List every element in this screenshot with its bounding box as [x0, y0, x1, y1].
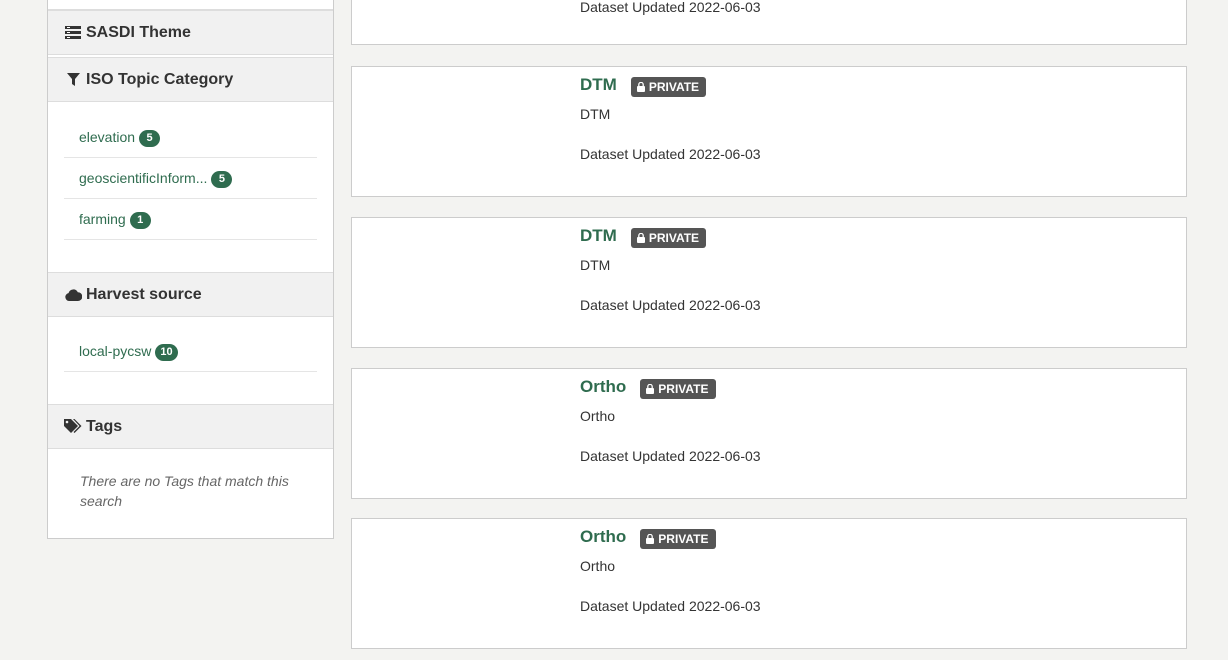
dataset-card: Ortho PRIVATE Ortho Dataset Updated 2022…	[351, 368, 1187, 499]
dataset-updated: Dataset Updated 2022-06-03	[580, 448, 761, 464]
dataset-updated: Dataset Updated 2022-06-03	[580, 0, 761, 15]
private-badge: PRIVATE	[630, 228, 707, 248]
dataset-card: DTM PRIVATE DTM Dataset Updated 2022-06-…	[351, 217, 1187, 348]
dataset-title-row: DTM PRIVATE	[580, 226, 707, 248]
dataset-title-link[interactable]: DTM	[580, 226, 617, 246]
dataset-title-row: Ortho PRIVATE	[580, 377, 716, 399]
lock-icon	[636, 82, 645, 92]
facet-sidebar: SASDI Theme ISO Topic Category elevation…	[47, 0, 334, 539]
dataset-description: DTM	[580, 257, 611, 273]
count-badge: 1	[129, 211, 151, 229]
dataset-updated: Dataset Updated 2022-06-03	[580, 297, 761, 313]
dataset-title-link[interactable]: Ortho	[580, 377, 626, 397]
facet-heading-label: Tags	[86, 417, 123, 435]
facet-item-geoscientific[interactable]: geoscientificInform... 5	[64, 158, 317, 199]
facet-item-elevation[interactable]: elevation 5	[64, 117, 317, 158]
tags-empty-message: There are no Tags that match this search	[80, 473, 289, 509]
facet-item-farming[interactable]: farming 1	[64, 199, 317, 240]
private-badge: PRIVATE	[630, 77, 707, 97]
facet-item-label[interactable]: elevation	[79, 129, 135, 145]
private-badge-label: PRIVATE	[658, 382, 709, 396]
lock-icon	[636, 233, 645, 243]
dataset-description: Ortho	[580, 408, 616, 424]
dataset-title-row: DTM PRIVATE	[580, 75, 707, 97]
count-badge: 10	[155, 343, 178, 361]
lock-icon	[646, 384, 655, 394]
dataset-card: Ortho PRIVATE Ortho Dataset Updated 2022…	[351, 518, 1187, 649]
facet-heading-label: SASDI Theme	[86, 23, 191, 41]
list-icon	[64, 25, 82, 41]
facet-heading-tags[interactable]: Tags	[48, 404, 333, 449]
facet-list-harvest-source: local-pycsw 10	[64, 331, 317, 372]
facet-list-iso-topic: elevation 5 geoscientificInform... 5 far…	[64, 117, 317, 240]
tags-icon	[64, 419, 82, 435]
facet-heading-iso-topic[interactable]: ISO Topic Category	[48, 57, 333, 102]
dataset-card: Dataset Updated 2022-06-03	[351, 0, 1187, 45]
cloud-icon	[64, 287, 82, 303]
count-badge: 5	[211, 170, 233, 188]
facet-heading-label: Harvest source	[86, 285, 202, 303]
count-badge: 5	[139, 129, 161, 147]
dataset-card: DTM PRIVATE DTM Dataset Updated 2022-06-…	[351, 66, 1187, 197]
facet-item-local-pycsw[interactable]: local-pycsw 10	[64, 331, 317, 372]
dataset-title-link[interactable]: DTM	[580, 75, 617, 95]
private-badge: PRIVATE	[640, 529, 716, 549]
dataset-title-row: Ortho PRIVATE	[580, 527, 716, 549]
private-badge: PRIVATE	[640, 379, 716, 399]
dataset-updated: Dataset Updated 2022-06-03	[580, 598, 761, 614]
dataset-title-link[interactable]: Ortho	[580, 527, 626, 547]
dataset-description: Ortho	[580, 558, 616, 574]
facet-item-label[interactable]: geoscientificInform...	[79, 170, 207, 186]
dataset-updated: Dataset Updated 2022-06-03	[580, 146, 761, 162]
dataset-description: DTM	[580, 106, 611, 122]
facet-heading-sasdi-theme[interactable]: SASDI Theme	[48, 10, 333, 55]
facet-heading-harvest-source[interactable]: Harvest source	[48, 272, 333, 317]
private-badge-label: PRIVATE	[658, 532, 709, 546]
private-badge-label: PRIVATE	[648, 80, 700, 94]
facet-item-label[interactable]: farming	[79, 211, 126, 227]
facet-heading-label: ISO Topic Category	[86, 70, 234, 88]
filter-icon	[64, 72, 82, 88]
facet-item-label[interactable]: local-pycsw	[79, 343, 151, 359]
private-badge-label: PRIVATE	[648, 231, 700, 245]
lock-icon	[646, 534, 655, 544]
